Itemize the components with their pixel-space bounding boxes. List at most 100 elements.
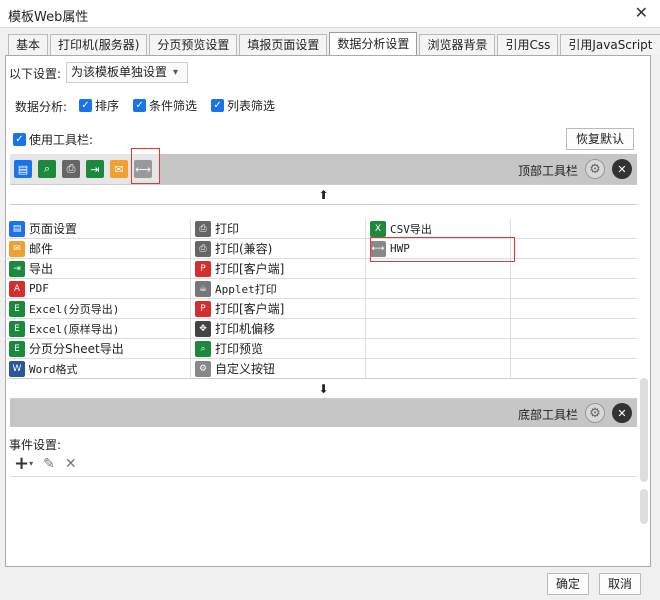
use-toolbar-checkbox[interactable]: ✓ 使用工具栏:	[13, 131, 93, 148]
grid-row: ▤ 页面设置 ⎙ 打印 X CSV导出	[5, 219, 637, 239]
bottom-toolbar-gear-icon[interactable]: ⚙	[585, 403, 605, 423]
grid-button-label: Applet打印	[215, 282, 277, 296]
excel-icon: E	[9, 340, 25, 357]
close-icon[interactable]: ✕	[635, 3, 648, 22]
move-down-strip[interactable]: ⬇	[10, 378, 637, 399]
analysis-label: 数据分析:	[15, 100, 68, 114]
edit-event-icon[interactable]: ✎	[43, 456, 55, 472]
analysis-option-2[interactable]: ✓ 列表筛选	[211, 97, 275, 114]
grid-button-label: 自定义按钮	[215, 362, 276, 376]
top-toolbar-gear-icon[interactable]: ⚙	[585, 159, 605, 179]
pdf-print-icon: P	[195, 300, 211, 317]
email-icon[interactable]: ✉	[110, 160, 128, 178]
grid-button-label: Word格式	[29, 362, 78, 376]
top-toolbar-label: 顶部工具栏	[518, 164, 579, 178]
panel-scrollbar-upper[interactable]	[640, 378, 648, 482]
analysis-option-1[interactable]: ✓ 条件筛选	[133, 97, 197, 114]
grid-button-cell[interactable]: ✉ 邮件	[5, 239, 191, 258]
settings-label: 以下设置:	[9, 67, 62, 81]
tab-7[interactable]: 引用JavaScript	[560, 34, 660, 55]
grid-button-cell[interactable]: ▤ 页面设置	[5, 219, 191, 238]
up-arrow-icon[interactable]: ⬆	[318, 188, 328, 202]
analysis-options: ✓ 排序 ✓ 条件筛选 ✓ 列表筛选	[79, 97, 275, 114]
print-icon: ⎙	[195, 220, 211, 237]
grid-button-label: 分页分Sheet导出	[29, 342, 124, 356]
grid-button-cell[interactable]: ⎙ 打印(兼容)	[191, 239, 366, 258]
grid-button-label: 打印(兼容)	[215, 242, 273, 256]
grid-button-cell[interactable]: ✥ 打印机偏移	[191, 319, 366, 338]
bottom-toolbar-remove-icon[interactable]: ✕	[612, 403, 632, 423]
settings-select-value: 为该模板单独设置	[71, 65, 168, 79]
grid-button-cell[interactable]: E Excel(分页导出)	[5, 299, 191, 318]
grid-row: E Excel(分页导出) P 打印[客户端]	[5, 299, 637, 319]
grid-button-cell[interactable]: A PDF	[5, 279, 191, 298]
grid-row: ⇥ 导出 P 打印[客户端]	[5, 259, 637, 279]
tab-bar: 基本 打印机(服务器) 分页预览设置 填报页面设置 数据分析设置 浏览器背景 引用Css 引用…	[8, 32, 660, 56]
settings-select[interactable]: 为该模板单独设置 ▾	[66, 62, 188, 83]
tab-1[interactable]: 打印机(服务器)	[50, 34, 148, 55]
export-icon[interactable]: ⇥	[86, 160, 104, 178]
available-buttons-grid: ▤ 页面设置 ⎙ 打印 X CSV导出 ✉ 邮件 ⎙ 打印(兼容) ⟷ HWP ⇥ 导出 P 打印[客户端] A…	[5, 219, 637, 379]
preview-icon[interactable]: ⌕	[38, 160, 56, 178]
events-list[interactable]	[10, 476, 637, 564]
title-bar: 模板Web属性 ✕	[0, 0, 660, 28]
grid-button-cell[interactable]: P 打印[客户端]	[191, 259, 366, 278]
analysis-option-label: 条件筛选	[149, 99, 198, 113]
tab-6[interactable]: 引用Css	[497, 34, 559, 55]
csv-icon: X	[370, 220, 386, 237]
grid-button-cell[interactable]: W Word格式	[5, 359, 191, 378]
bottom-toolbar-label: 底部工具栏	[518, 408, 579, 422]
grid-empty-cell	[511, 339, 585, 358]
grid-button-label: PDF	[29, 282, 49, 295]
grid-button-label: 打印[客户端]	[215, 302, 285, 316]
grid-empty-cell	[366, 279, 511, 298]
grid-button-label: 打印机偏移	[215, 322, 276, 336]
tab-0[interactable]: 基本	[8, 34, 49, 55]
grid-button-cell[interactable]: P 打印[客户端]	[191, 299, 366, 318]
grid-button-cell[interactable]: ⌕ 打印预览	[191, 339, 366, 358]
grid-button-cell[interactable]: X CSV导出	[366, 219, 511, 238]
cancel-button[interactable]: 取消	[599, 573, 641, 595]
chevron-down-icon: ▾	[173, 67, 179, 78]
add-event-icon[interactable]: +	[14, 453, 29, 474]
grid-row: W Word格式 ⚙ 自定义按钮	[5, 359, 637, 379]
top-toolbar-remove-icon[interactable]: ✕	[612, 159, 632, 179]
grid-button-cell[interactable]: ⚙ 自定义按钮	[191, 359, 366, 378]
grid-empty-cell	[366, 339, 511, 358]
move-up-strip[interactable]: ⬆	[10, 184, 637, 205]
use-toolbar-label: 使用工具栏:	[29, 133, 94, 147]
excel-icon: E	[9, 300, 25, 317]
selected-hwp-cell-highlight	[370, 237, 515, 262]
ok-button[interactable]: 确定	[547, 573, 589, 595]
print-icon[interactable]: ⎙	[62, 160, 80, 178]
grid-empty-cell	[511, 259, 585, 278]
analysis-option-0[interactable]: ✓ 排序	[79, 97, 119, 114]
grid-empty-cell	[511, 279, 585, 298]
grid-button-label: Excel(分页导出)	[29, 302, 120, 316]
print-icon: ⎙	[195, 240, 211, 257]
tab-3[interactable]: 填报页面设置	[239, 34, 328, 55]
tab-4[interactable]: 数据分析设置	[329, 32, 418, 56]
checkbox-icon: ✓	[133, 99, 147, 112]
page-setup-icon[interactable]: ▤	[14, 160, 32, 178]
grid-button-cell[interactable]: ☕ Applet打印	[191, 279, 366, 298]
grid-button-cell[interactable]: E 分页分Sheet导出	[5, 339, 191, 358]
restore-default-button[interactable]: 恢复默认	[566, 128, 634, 150]
add-dropdown-icon[interactable]: ▾	[29, 459, 33, 468]
checkbox-icon: ✓	[13, 133, 26, 146]
grid-button-label: 打印预览	[215, 342, 264, 356]
delete-event-icon[interactable]: ✕	[65, 456, 77, 472]
grid-button-cell[interactable]: E Excel(原样导出)	[5, 319, 191, 338]
panel-scrollbar-lower[interactable]	[640, 489, 648, 524]
grid-button-cell[interactable]: ⎙ 打印	[191, 219, 366, 238]
grid-button-cell[interactable]: ⇥ 导出	[5, 259, 191, 278]
tab-5[interactable]: 浏览器背景	[419, 34, 496, 55]
window-title: 模板Web属性	[8, 10, 89, 25]
grid-row: E 分页分Sheet导出 ⌕ 打印预览	[5, 339, 637, 359]
excel-icon: E	[9, 320, 25, 337]
grid-button-label: Excel(原样导出)	[29, 322, 120, 336]
grid-row: E Excel(原样导出) ✥ 打印机偏移	[5, 319, 637, 339]
down-arrow-icon[interactable]: ⬇	[318, 382, 328, 396]
tab-2[interactable]: 分页预览设置	[149, 34, 238, 55]
grid-empty-cell	[366, 359, 511, 378]
